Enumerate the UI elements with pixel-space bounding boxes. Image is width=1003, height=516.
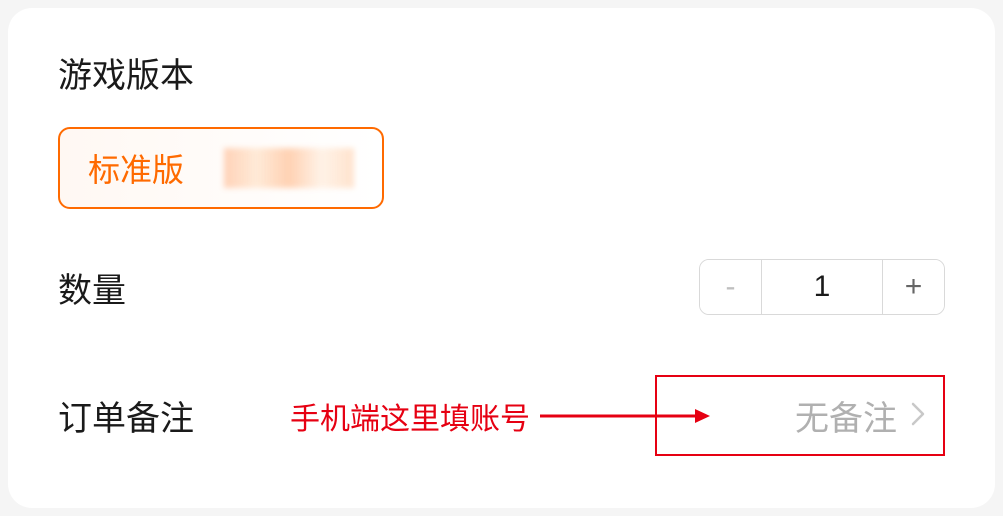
quantity-row: 数量 - + (58, 259, 945, 315)
annotation-callout: 手机端这里填账号 (290, 394, 710, 438)
chevron-right-icon (911, 402, 925, 430)
quantity-decrease-button[interactable]: - (700, 260, 762, 314)
quantity-increase-button[interactable]: + (882, 260, 944, 314)
obscured-content (224, 148, 354, 188)
remark-label: 订单备注 (58, 391, 194, 440)
order-options-card: 游戏版本 标准版 数量 - + 订单备注 手机端这里填账号 无备注 (8, 8, 995, 508)
remark-row: 订单备注 手机端这里填账号 无备注 (58, 375, 945, 456)
remark-placeholder: 无备注 (795, 391, 897, 440)
quantity-label: 数量 (58, 263, 126, 312)
quantity-input[interactable] (762, 260, 882, 314)
version-option-text: 标准版 (88, 145, 184, 191)
version-label: 游戏版本 (58, 48, 945, 97)
version-option-standard[interactable]: 标准版 (58, 127, 384, 209)
annotation-text: 手机端这里填账号 (290, 394, 530, 438)
arrow-icon (540, 406, 710, 426)
quantity-stepper: - + (699, 259, 945, 315)
